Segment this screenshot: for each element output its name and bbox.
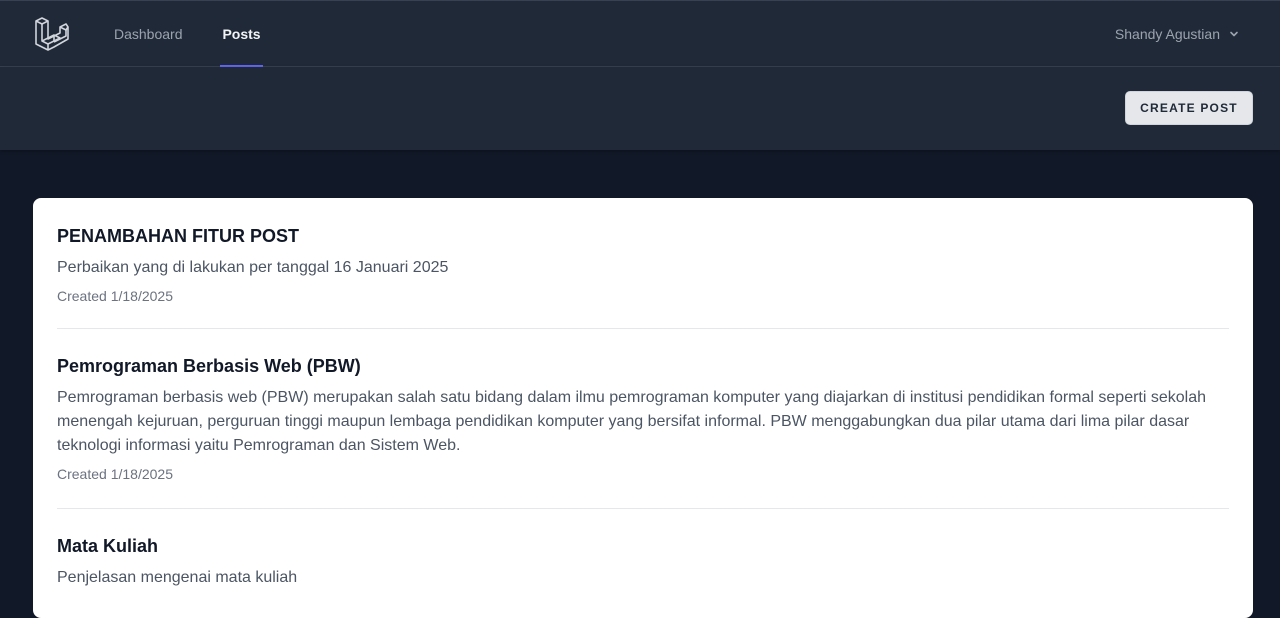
laravel-logo-icon[interactable] [34,15,70,53]
post-divider [57,508,1229,509]
post-body: Perbaikan yang di lakukan per tanggal 16… [57,259,449,276]
user-name: Shandy Agustian [1114,26,1220,42]
post-title[interactable]: PENAMBAHAN FITUR POST [57,224,1229,248]
post-created-date: Created 1/18/2025 [57,466,173,482]
posts-card: PENAMBAHAN FITUR POST Perbaikan yang di … [33,198,1253,618]
chevron-down-icon [1230,31,1238,37]
post-body: Pemrograman berbasis web (PBW) merupakan… [57,389,1207,454]
nav-link-posts[interactable]: Posts [220,1,263,67]
post-created-date: Created 1/18/2025 [57,288,173,304]
create-post-button[interactable]: CREATE POST [1125,91,1253,125]
post-item: Mata Kuliah Penjelasan mengenai mata kul… [57,534,1229,590]
post-body: Penjelasan mengenai mata kuliah [57,569,298,586]
nav-link-posts-label: Posts [222,26,261,42]
post-title[interactable]: Mata Kuliah [57,534,1229,558]
post-title[interactable]: Pemrograman Berbasis Web (PBW) [57,354,1229,378]
post-item: PENAMBAHAN FITUR POST Perbaikan yang di … [57,224,1229,306]
post-item: Pemrograman Berbasis Web (PBW) Pemrogram… [57,354,1229,484]
top-navigation: Dashboard Posts Shandy Agustian [0,0,1280,67]
nav-link-dashboard[interactable]: Dashboard [114,1,183,67]
post-divider [57,328,1229,329]
page-header: CREATE POST [0,67,1280,150]
user-dropdown[interactable]: Shandy Agustian [1115,1,1240,67]
